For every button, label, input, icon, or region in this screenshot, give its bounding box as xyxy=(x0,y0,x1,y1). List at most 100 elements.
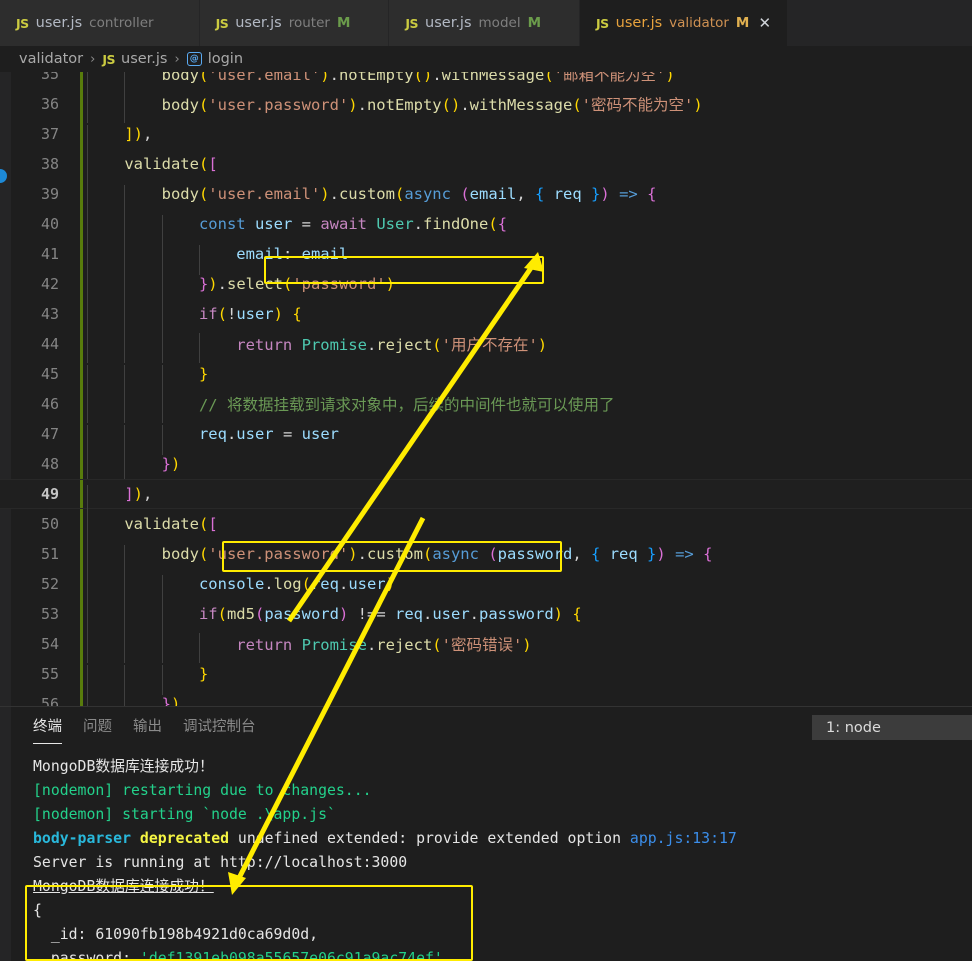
code-token: if xyxy=(198,605,218,623)
code-token: ( xyxy=(198,515,209,533)
code-line[interactable]: 53 if(md5(password) !== req.user.password… xyxy=(0,599,972,635)
code-token: ( xyxy=(217,605,227,623)
code-token: } xyxy=(198,665,209,683)
line-number: 37 xyxy=(40,125,59,143)
code-line[interactable]: 48}) xyxy=(0,449,972,485)
terminal-text: MongoDB数据库连接成功！ xyxy=(33,878,214,895)
code-token: ) xyxy=(133,485,143,503)
code-line[interactable]: 49]), xyxy=(0,479,972,515)
code-token: req xyxy=(609,545,638,563)
code-line[interactable]: 39 body('user.email').custom(async (email… xyxy=(0,179,972,215)
breadcrumb-symbol[interactable]: login xyxy=(208,51,243,67)
tab-user-js-model[interactable]: JS user.js model M ✕ xyxy=(389,0,581,46)
tab-description: validator xyxy=(669,15,729,31)
code-token: ( xyxy=(413,72,423,84)
code-token: ) xyxy=(553,605,564,623)
code-token: { xyxy=(647,185,657,203)
terminal-output[interactable]: MongoDB数据库连接成功！ [nodemon] restarting due … xyxy=(33,755,972,961)
code-line-content: const user = await User.findOne({ xyxy=(76,215,972,245)
code-token: } xyxy=(161,695,171,706)
tab-modified-flag: M xyxy=(336,15,351,31)
code-line[interactable]: 37]), xyxy=(0,119,972,155)
code-line[interactable]: 55} xyxy=(0,659,972,695)
code-token: ) xyxy=(422,72,433,84)
code-line[interactable]: 44 return Promise.reject('用户不存在') xyxy=(0,329,972,363)
line-number: 39 xyxy=(40,185,59,203)
code-token: ( xyxy=(488,545,498,563)
terminal-text: password: xyxy=(33,950,140,961)
code-line[interactable]: 56}) xyxy=(0,689,972,706)
breadcrumb-folder[interactable]: validator xyxy=(19,51,83,67)
vscode-window: JS user.js controller ✕ JS user.js route… xyxy=(0,0,972,961)
code-line[interactable]: 40 const user = await User.findOne({ xyxy=(0,209,972,245)
code-token: req xyxy=(310,575,339,593)
breadcrumb-file[interactable]: user.js xyxy=(121,51,168,67)
code-line[interactable]: 54 return Promise.reject('密码错误') xyxy=(0,629,972,663)
code-token: custom xyxy=(366,545,423,563)
code-line[interactable]: 47 req.user = user xyxy=(0,419,972,455)
code-token: ( xyxy=(432,636,442,654)
tab-user-js-controller[interactable]: JS user.js controller ✕ xyxy=(0,0,200,46)
code-editor[interactable]: 35 body('user.email').notEmpty().withMess… xyxy=(0,72,972,706)
terminal-selector-dropdown[interactable]: 1: node xyxy=(812,715,972,740)
code-token: !== xyxy=(357,605,386,623)
code-token: , xyxy=(143,485,153,503)
code-line[interactable]: 41 email: email xyxy=(0,239,972,275)
line-number: 46 xyxy=(40,395,59,413)
tab-user-js-validator[interactable]: JS user.js validator M ✕ xyxy=(580,0,789,46)
tab-filename: user.js xyxy=(425,15,472,31)
panel-tab-problems[interactable]: 问题 xyxy=(83,714,112,740)
code-token: [ xyxy=(208,515,218,533)
code-token: { xyxy=(535,185,545,203)
code-line[interactable]: 35 body('user.email').notEmpty().withMess… xyxy=(0,72,972,93)
code-token: email xyxy=(236,245,283,263)
line-number: 42 xyxy=(40,275,59,293)
code-token: ) xyxy=(273,305,283,323)
js-file-icon: JS xyxy=(16,15,29,31)
code-line-content: email: email xyxy=(76,245,972,275)
line-number: 51 xyxy=(40,545,59,563)
code-line[interactable]: 42}).select('password') xyxy=(0,269,972,305)
code-token: ( xyxy=(282,275,293,293)
code-token: password xyxy=(264,605,339,623)
code-token: 'user.email' xyxy=(208,185,321,203)
code-line[interactable]: 38 validate([ xyxy=(0,149,972,185)
terminal-text: app.js:13:17 xyxy=(629,830,737,847)
code-line-content: body('user.email').notEmpty().withMessag… xyxy=(76,72,972,93)
code-token: notEmpty xyxy=(338,72,414,84)
code-line-content: console.log(req.user) xyxy=(76,575,972,605)
code-token: reject xyxy=(376,336,433,354)
code-token: { xyxy=(292,305,302,323)
code-line[interactable]: 36 body('user.password').notEmpty().withM… xyxy=(0,89,972,123)
tab-bar-empty-space xyxy=(788,0,972,46)
code-token: Promise xyxy=(301,336,367,354)
js-file-icon: JS xyxy=(102,51,115,67)
code-line[interactable]: 51 body('user.password').custom(async (pa… xyxy=(0,539,972,575)
code-line[interactable]: 52 console.log(req.user) xyxy=(0,569,972,605)
code-token: select xyxy=(226,275,283,293)
code-token: '密码不能为空' xyxy=(581,96,694,114)
panel-tab-terminal[interactable]: 终端 xyxy=(33,714,62,744)
code-token: notEmpty xyxy=(366,96,442,114)
panel-tab-output[interactable]: 输出 xyxy=(133,714,162,740)
code-line[interactable]: 45} xyxy=(0,359,972,395)
code-token: ( xyxy=(394,185,405,203)
code-token: validate xyxy=(124,155,199,173)
term-line-mongo-1: MongoDB数据库连接成功！ xyxy=(33,755,972,779)
code-token: req xyxy=(198,425,227,443)
line-number: 55 xyxy=(40,665,59,683)
panel-tab-debug-console[interactable]: 调试控制台 xyxy=(183,714,256,740)
code-line[interactable]: 43 if(!user) { xyxy=(0,299,972,335)
close-icon[interactable]: ✕ xyxy=(757,15,772,31)
line-number: 40 xyxy=(40,215,59,233)
tab-user-js-router[interactable]: JS user.js router M ✕ xyxy=(199,0,390,46)
code-token: if xyxy=(198,305,218,323)
code-token: = xyxy=(301,215,311,233)
code-line[interactable]: 50 validate([ xyxy=(0,509,972,545)
code-line[interactable]: 46 // 将数据挂载到请求对象中，后续的中间件也就可以使用了 xyxy=(0,389,972,423)
